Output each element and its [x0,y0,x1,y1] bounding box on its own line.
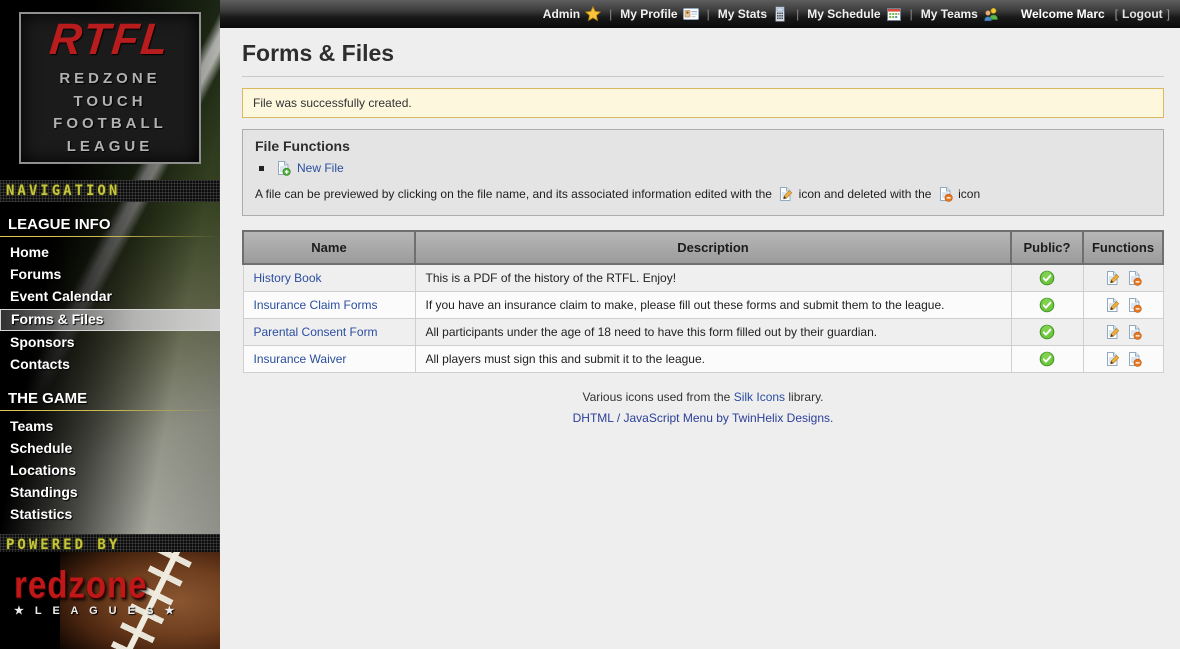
logout-bracket: [ [1115,7,1118,21]
delete-file-icon[interactable] [1126,297,1142,313]
file-functions-title: File Functions [255,138,1151,154]
redzone-brand-sub: ★ L E A G U E S ★ [14,604,178,617]
topbar-separator: | [910,7,913,21]
delete-file-icon[interactable] [1126,351,1142,367]
public-check-icon [1039,297,1055,313]
column-header-functions: Functions [1083,231,1163,264]
topbar: Admin | My Profile | My Stats | My Sched… [220,0,1180,28]
file-description: All participants under the age of 18 nee… [415,319,1011,346]
file-name-link[interactable]: Insurance Claim Forms [254,298,378,312]
page-edit-icon [777,186,793,202]
rtfl-logo-line: REDZONE [59,68,160,91]
calendar-icon [886,6,902,22]
public-check-icon [1039,270,1055,286]
redzone-leagues-logo: redzone ★ L E A G U E S ★ [0,552,220,649]
file-description: If you have an insurance claim to make, … [415,292,1011,319]
file-name-link[interactable]: Insurance Waiver [254,352,347,366]
twinhelix-link[interactable]: DHTML / JavaScript Menu by TwinHelix Des… [573,411,834,425]
file-name-link[interactable]: History Book [254,271,322,285]
public-check-icon [1039,351,1055,367]
section-title-the-game: THE GAME [0,388,220,410]
sidebar-item-contacts[interactable]: Contacts [0,354,220,376]
page-title: Forms & Files [242,40,1164,67]
topbar-separator: | [707,7,710,21]
delete-file-icon[interactable] [1126,324,1142,340]
menu-credit: DHTML / JavaScript Menu by TwinHelix Des… [242,411,1164,425]
sidebar-item-standings[interactable]: Standings [0,482,220,504]
rtfl-logo-text: RTFL [48,18,172,62]
sidebar-item-sponsors[interactable]: Sponsors [0,332,220,354]
sidebar-item-locations[interactable]: Locations [0,460,220,482]
column-header-name: Name [243,231,415,264]
sidebar-item-home[interactable]: Home [0,242,220,264]
edit-file-icon[interactable] [1104,351,1120,367]
icons-credit: Various icons used from the Silk Icons l… [242,390,1164,404]
table-row: Insurance Waiver All players must sign t… [243,346,1163,373]
new-file-link[interactable]: New File [297,161,344,175]
welcome-text: Welcome Marc [1021,7,1105,21]
edit-file-icon[interactable] [1104,270,1120,286]
title-divider [242,76,1164,77]
sidebar-item-event-calendar[interactable]: Event Calendar [0,286,220,308]
sidebar-item-forums[interactable]: Forums [0,264,220,286]
rtfl-logo-line: LEAGUE [67,136,154,159]
main-content: Forms & Files File was successfully crea… [220,28,1180,649]
column-header-public: Public? [1011,231,1083,264]
table-row: Insurance Claim Forms If you have an ins… [243,292,1163,319]
vcard-icon [683,6,699,22]
column-header-description: Description [415,231,1011,264]
navigation-marquee: NAVIGATION [0,180,220,202]
sidebar: RTFL REDZONE TOUCH FOOTBALL LEAGUE NAVIG… [0,0,220,649]
calculator-icon [772,6,788,22]
public-check-icon [1039,324,1055,340]
section-title-league-info: LEAGUE INFO [0,214,220,236]
page-add-icon[interactable] [275,160,291,176]
table-row: History Book This is a PDF of the histor… [243,264,1163,292]
file-functions-panel: File Functions New File A file can be pr… [242,129,1164,216]
sidebar-item-teams[interactable]: Teams [0,416,220,438]
file-functions-hint: A file can be previewed by clicking on t… [255,186,1151,203]
redzone-brand-name: redzone [14,566,178,604]
section-underline [0,236,220,237]
topbar-item-my-schedule[interactable]: My Schedule [807,6,901,22]
sidebar-item-statistics[interactable]: Statistics [0,504,220,526]
rtfl-logo-line: TOUCH [73,91,146,114]
topbar-item-my-profile[interactable]: My Profile [620,6,698,22]
topbar-item-my-teams[interactable]: My Teams [921,6,999,22]
success-flash: File was successfully created. [242,88,1164,118]
rtfl-logo-line: FOOTBALL [53,113,167,136]
topbar-item-admin[interactable]: Admin [543,6,601,22]
edit-file-icon[interactable] [1104,297,1120,313]
table-row: Parental Consent Form All participants u… [243,319,1163,346]
silk-icons-link[interactable]: Silk Icons [734,390,785,404]
section-underline [0,410,220,411]
file-description: All players must sign this and submit it… [415,346,1011,373]
topbar-separator: | [609,7,612,21]
sidebar-item-schedule[interactable]: Schedule [0,438,220,460]
logout-link[interactable]: Logout [1122,7,1163,21]
topbar-separator: | [796,7,799,21]
topbar-item-my-stats[interactable]: My Stats [718,6,788,22]
logout-bracket: ] [1167,7,1170,21]
table-header-row: Name Description Public? Functions [243,231,1163,264]
rtfl-logo: RTFL REDZONE TOUCH FOOTBALL LEAGUE [19,12,201,164]
file-description: This is a PDF of the history of the RTFL… [415,264,1011,292]
page-delete-icon [937,186,953,202]
group-icon [983,6,999,22]
files-table: Name Description Public? Functions Histo… [242,230,1164,373]
star-icon [585,6,601,22]
delete-file-icon[interactable] [1126,270,1142,286]
sidebar-item-forms-files[interactable]: Forms & Files [0,309,220,331]
edit-file-icon[interactable] [1104,324,1120,340]
list-bullet [259,166,264,171]
file-name-link[interactable]: Parental Consent Form [254,325,378,339]
